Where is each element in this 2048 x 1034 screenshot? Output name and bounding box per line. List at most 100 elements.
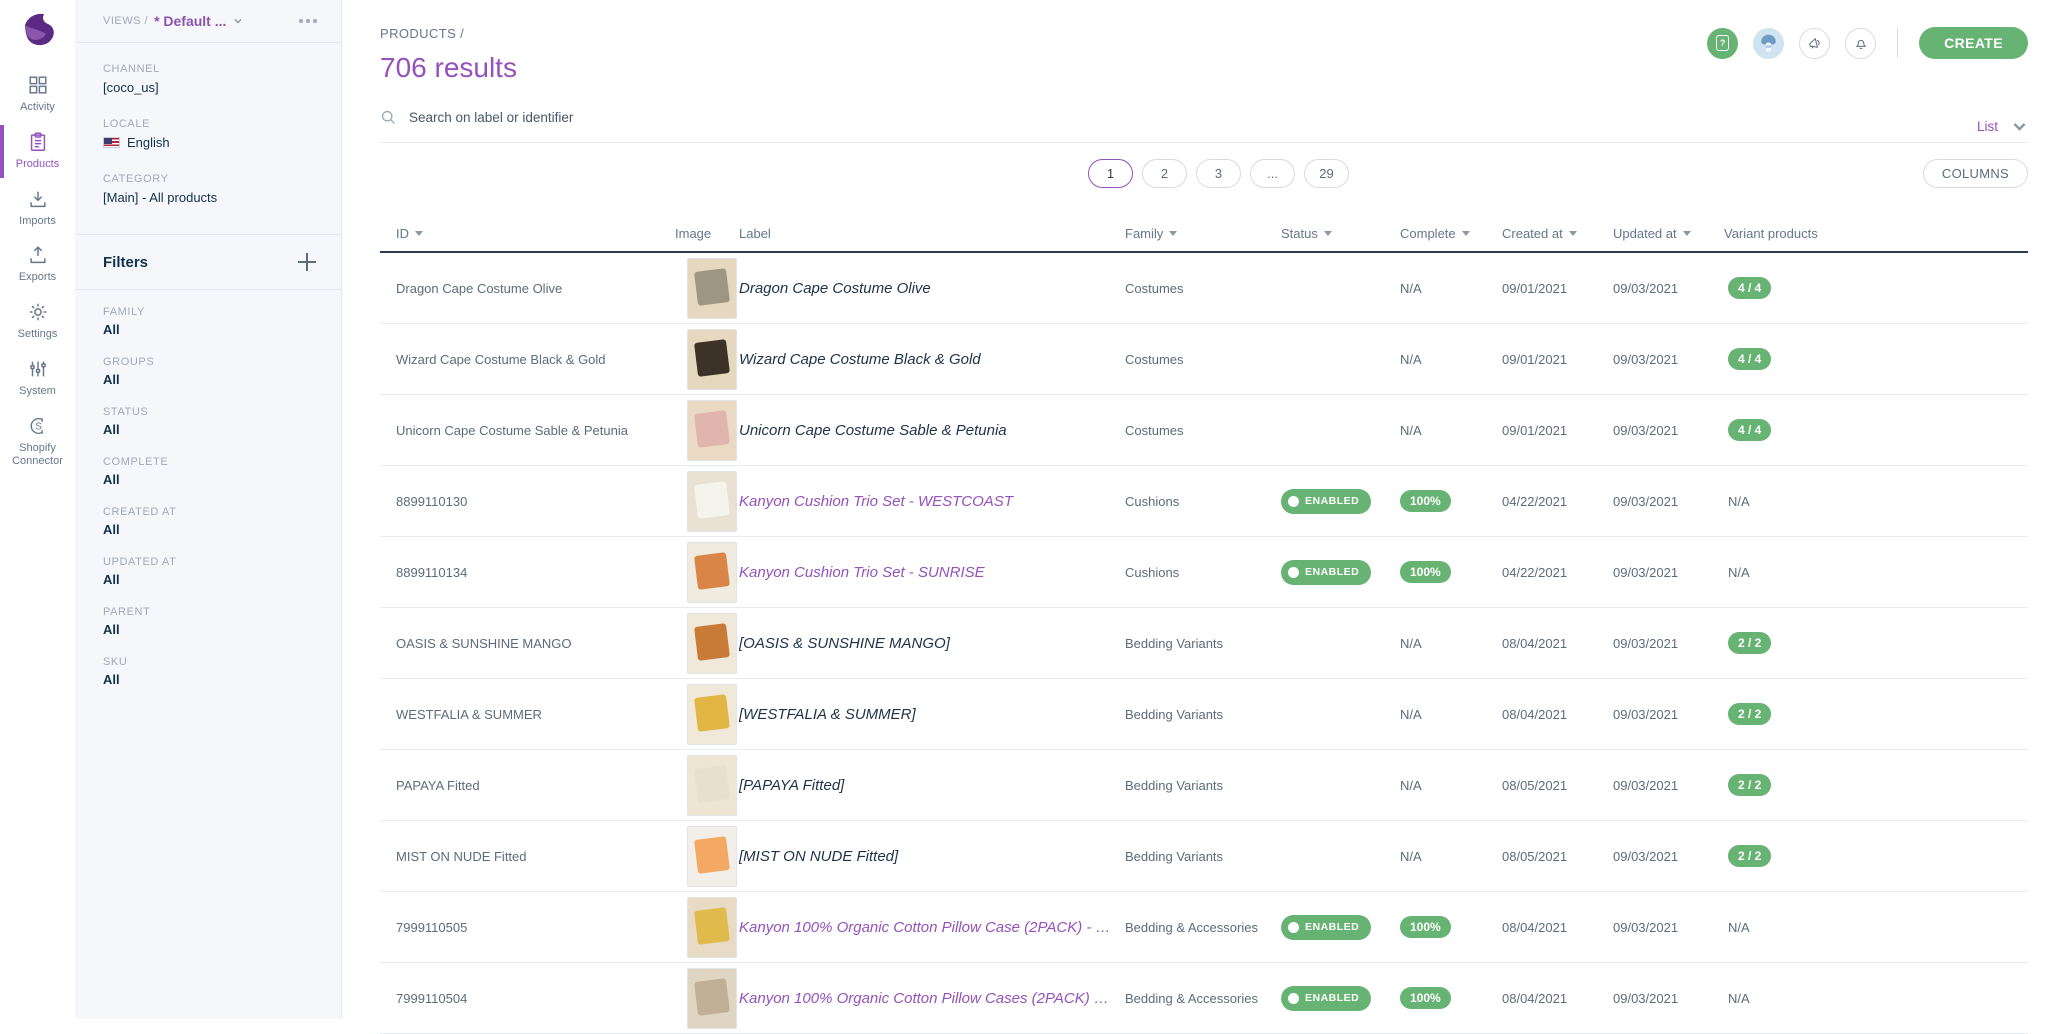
filter-item[interactable]: PARENT All (103, 606, 313, 637)
view-selector[interactable]: * Default ... (154, 13, 226, 29)
columns-button[interactable]: COLUMNS (1923, 159, 2028, 188)
table-row[interactable]: 8899110134 Kanyon Cushion Trio Set - SUN… (380, 537, 2028, 608)
complete-badge: N/A (1400, 778, 1422, 793)
product-label[interactable]: [WESTFALIA & SUMMER] (739, 706, 1125, 723)
complete-badge: 100% (1400, 987, 1451, 1009)
product-thumbnail (687, 329, 737, 390)
breadcrumb[interactable]: PRODUCTS / (380, 26, 517, 41)
table-row[interactable]: 7999110504 Kanyon 100% Organic Cotton Pi… (380, 963, 2028, 1034)
filter-item[interactable]: UPDATED AT All (103, 556, 313, 587)
grid-icon (27, 74, 49, 96)
table-row[interactable]: 8899110130 Kanyon Cushion Trio Set - WES… (380, 466, 2028, 537)
table-row[interactable]: OASIS & SUNSHINE MANGO [OASIS & SUNSHINE… (380, 608, 2028, 679)
column-header[interactable]: Variant products (1724, 226, 2028, 241)
sidebar-item-shopify-connector[interactable]: S Shopify Connector (0, 407, 75, 478)
product-label[interactable]: Kanyon Cushion Trio Set - WESTCOAST (739, 493, 1125, 510)
product-thumbnail (687, 968, 737, 1029)
column-header[interactable]: Family (1125, 226, 1281, 241)
updated-at: 09/03/2021 (1613, 707, 1724, 722)
svg-text:S: S (35, 421, 42, 432)
variant-badge: 2 / 2 (1728, 845, 1771, 867)
sort-caret-icon (1324, 231, 1332, 236)
page-button[interactable]: 3 (1196, 159, 1241, 188)
more-options-icon[interactable] (295, 15, 321, 27)
product-label[interactable]: [OASIS & SUNSHINE MANGO] (739, 635, 1125, 652)
created-at: 09/01/2021 (1502, 423, 1613, 438)
announcements-icon[interactable] (1799, 28, 1830, 59)
created-at: 09/01/2021 (1502, 281, 1613, 296)
gear-icon (27, 301, 49, 323)
product-label[interactable]: Wizard Cape Costume Black & Gold (739, 351, 1125, 368)
updated-at: 09/03/2021 (1613, 991, 1724, 1006)
filter-value: All (103, 672, 313, 687)
variant-badge: 2 / 2 (1728, 632, 1771, 654)
sidebar-item-imports[interactable]: Imports (0, 180, 75, 237)
updated-at: 09/03/2021 (1613, 920, 1724, 935)
search-input[interactable] (409, 110, 929, 125)
sidebar-item-activity[interactable]: Activity (0, 66, 75, 123)
create-button[interactable]: CREATE (1919, 27, 2028, 59)
table-row[interactable]: MIST ON NUDE Fitted [MIST ON NUDE Fitted… (380, 821, 2028, 892)
table-row[interactable]: Dragon Cape Costume Olive Dragon Cape Co… (380, 253, 2028, 324)
column-header[interactable]: Image (675, 226, 739, 241)
complete-badge: 100% (1400, 561, 1451, 583)
category-selector[interactable]: CATEGORY [Main] - All products (103, 173, 313, 205)
filter-item[interactable]: CREATED AT All (103, 506, 313, 537)
variant-badge: N/A (1728, 565, 1750, 580)
table-row[interactable]: PAPAYA Fitted [PAPAYA Fitted] Bedding Va… (380, 750, 2028, 821)
filter-list: FAMILY All GROUPS All STATUS All COMPLET… (75, 290, 341, 722)
channel-selector[interactable]: CHANNEL [coco_us] (103, 63, 313, 95)
variant-badge: 4 / 4 (1728, 348, 1771, 370)
table-row[interactable]: 7999110505 Kanyon 100% Organic Cotton Pi… (380, 892, 2028, 963)
product-label[interactable]: Dragon Cape Costume Olive (739, 280, 1125, 297)
product-family: Bedding Variants (1125, 707, 1281, 722)
divider (1897, 28, 1898, 58)
filter-item[interactable]: FAMILY All (103, 306, 313, 337)
table-row[interactable]: Wizard Cape Costume Black & Gold Wizard … (380, 324, 2028, 395)
product-thumbnail (687, 897, 737, 958)
product-label[interactable]: Kanyon 100% Organic Cotton Pillow Case (… (739, 919, 1125, 936)
sidebar-item-exports[interactable]: Exports (0, 236, 75, 293)
column-header[interactable]: Created at (1502, 226, 1613, 241)
sidebar-item-settings[interactable]: Settings (0, 293, 75, 350)
locale-selector[interactable]: LOCALE English (103, 118, 313, 150)
product-label[interactable]: Kanyon Cushion Trio Set - SUNRISE (739, 564, 1125, 581)
table-row[interactable]: WESTFALIA & SUMMER [WESTFALIA & SUMMER] … (380, 679, 2028, 750)
filter-item[interactable]: STATUS All (103, 406, 313, 437)
page-button[interactable]: 1 (1088, 159, 1133, 188)
view-mode-switcher[interactable]: List (1977, 118, 2028, 135)
column-header[interactable]: Complete (1400, 226, 1502, 241)
product-label[interactable]: [PAPAYA Fitted] (739, 777, 1125, 794)
page-button[interactable]: ... (1250, 159, 1295, 188)
table-row[interactable]: Unicorn Cape Costume Sable & Petunia Uni… (380, 395, 2028, 466)
column-header[interactable]: Label (739, 226, 1125, 241)
locale-value: English (127, 135, 170, 150)
column-header[interactable]: Updated at (1613, 226, 1724, 241)
product-label[interactable]: Kanyon 100% Organic Cotton Pillow Cases … (739, 990, 1125, 1007)
product-label[interactable]: Unicorn Cape Costume Sable & Petunia (739, 422, 1125, 439)
chevron-down-icon[interactable] (233, 16, 243, 26)
notifications-bell-icon[interactable] (1845, 28, 1876, 59)
add-filter-icon[interactable] (297, 252, 317, 272)
page-button[interactable]: 29 (1304, 159, 1349, 188)
akeneo-logo-icon (18, 10, 58, 50)
status-dot-icon (1288, 922, 1299, 933)
sidebar-item-label: Imports (19, 215, 56, 229)
updated-at: 09/03/2021 (1613, 636, 1724, 651)
column-header[interactable]: ID (380, 226, 675, 241)
page-button[interactable]: 2 (1142, 159, 1187, 188)
product-family: Costumes (1125, 281, 1281, 296)
product-thumbnail (687, 613, 737, 674)
filter-item[interactable]: SKU All (103, 656, 313, 687)
filter-item[interactable]: COMPLETE All (103, 456, 313, 487)
sidebar-item-system[interactable]: System (0, 350, 75, 407)
help-icon[interactable]: ? (1707, 28, 1738, 59)
sort-caret-icon (415, 231, 423, 236)
column-header[interactable]: Status (1281, 226, 1400, 241)
sort-caret-icon (1169, 231, 1177, 236)
filter-item[interactable]: GROUPS All (103, 356, 313, 387)
products-table: ID Image Label Family Status Complete Cr… (380, 215, 2028, 1034)
product-label[interactable]: [MIST ON NUDE Fitted] (739, 848, 1125, 865)
sidebar-item-products[interactable]: Products (0, 123, 75, 180)
avatar[interactable] (1753, 28, 1784, 59)
